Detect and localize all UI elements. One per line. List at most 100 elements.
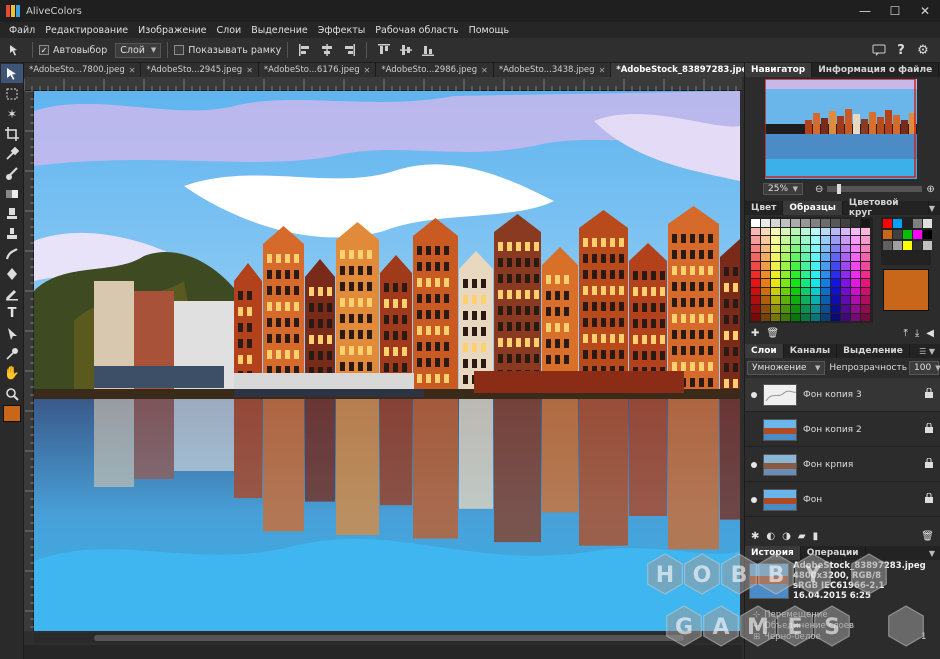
color-swatch[interactable] (801, 305, 810, 313)
brush-tool-icon[interactable] (1, 164, 23, 183)
color-swatch[interactable] (751, 313, 760, 322)
doc-tab-active[interactable]: *AdobeStock_83897283.jpeg (611, 63, 760, 77)
mask-icon[interactable]: ◐ (766, 531, 775, 542)
color-swatch[interactable] (861, 305, 870, 313)
doc-tab[interactable]: *AdobeSto...2986.jpeg ✕ (376, 63, 494, 77)
color-swatch[interactable] (811, 244, 820, 253)
color-swatch[interactable] (831, 313, 840, 322)
color-swatch[interactable] (801, 253, 810, 261)
color-swatch[interactable] (801, 313, 810, 322)
color-swatch[interactable] (811, 279, 820, 287)
current-color-swatch[interactable] (883, 269, 929, 311)
color-swatch[interactable] (771, 313, 780, 322)
color-swatch[interactable] (821, 279, 830, 287)
color-swatch[interactable] (841, 253, 850, 261)
color-swatch[interactable] (801, 279, 810, 287)
pen-tool-icon[interactable] (1, 324, 23, 343)
tab-layers[interactable]: Слои (745, 344, 784, 358)
color-swatch[interactable] (761, 279, 770, 287)
close-icon[interactable]: ✕ (364, 66, 371, 75)
color-swatch[interactable] (791, 244, 800, 253)
zoom-tool-icon[interactable] (1, 384, 23, 403)
menu-workspace[interactable]: Рабочая область (370, 25, 463, 36)
color-swatch[interactable] (831, 279, 840, 287)
color-swatch[interactable] (771, 244, 780, 253)
show-frame-checkbox[interactable] (174, 45, 185, 55)
tab-navigator[interactable]: Навигатор (745, 63, 813, 77)
lock-icon[interactable] (925, 422, 933, 436)
color-swatch[interactable] (831, 270, 840, 279)
color-swatch[interactable] (811, 270, 820, 279)
color-swatch[interactable] (761, 287, 770, 296)
recent-color-swatch[interactable] (923, 230, 932, 239)
recent-color-swatch[interactable] (893, 230, 902, 239)
color-swatch[interactable] (781, 262, 790, 270)
lock-icon[interactable] (925, 457, 933, 471)
color-swatch[interactable] (761, 219, 770, 227)
color-swatch[interactable] (791, 236, 800, 244)
menu-help[interactable]: Помощь (464, 25, 514, 36)
stamp-tool-icon[interactable] (1, 224, 23, 243)
tab-selection[interactable]: Выделение (837, 344, 910, 358)
color-swatch[interactable] (781, 253, 790, 261)
sharpen-tool-icon[interactable] (1, 264, 23, 283)
opacity-input[interactable]: 100 ▼ (909, 361, 940, 375)
color-swatch[interactable] (821, 227, 830, 236)
color-swatch[interactable] (811, 262, 820, 270)
color-swatch[interactable] (811, 227, 820, 236)
smudge-tool-icon[interactable] (1, 244, 23, 263)
color-swatch[interactable] (821, 313, 830, 322)
color-swatch[interactable] (811, 313, 820, 322)
align-left-icon[interactable] (297, 42, 313, 58)
zoom-slider[interactable] (827, 184, 923, 194)
panel-menu-icon[interactable]: ☰ ▼ (919, 347, 940, 356)
color-swatch[interactable] (861, 262, 870, 270)
tab-samples[interactable]: Образцы (783, 201, 843, 215)
color-swatch[interactable] (771, 227, 780, 236)
align-middle-icon[interactable] (398, 42, 414, 58)
color-swatch[interactable] (791, 296, 800, 304)
color-swatch[interactable] (851, 270, 860, 279)
eye-icon[interactable] (745, 496, 763, 503)
color-swatch[interactable] (761, 296, 770, 304)
color-swatch[interactable] (791, 279, 800, 287)
recent-color-swatch[interactable] (893, 219, 902, 228)
color-swatch[interactable] (861, 227, 870, 236)
back-icon[interactable]: ◀ (926, 328, 934, 339)
color-swatch[interactable] (841, 287, 850, 296)
color-swatch[interactable] (771, 253, 780, 261)
recent-color-swatch[interactable] (893, 241, 902, 250)
tab-history[interactable]: История (745, 546, 801, 560)
color-swatch[interactable] (831, 287, 840, 296)
recent-color-swatch[interactable] (903, 230, 912, 239)
close-icon[interactable]: ✕ (246, 66, 253, 75)
color-swatch[interactable] (851, 227, 860, 236)
navigator-preview[interactable] (765, 79, 917, 179)
recent-color-swatch[interactable] (903, 219, 912, 228)
color-swatch[interactable] (761, 236, 770, 244)
color-swatch[interactable] (791, 262, 800, 270)
lock-icon[interactable] (925, 387, 933, 401)
color-swatch[interactable] (851, 296, 860, 304)
maximize-icon[interactable]: ☐ (880, 0, 910, 22)
color-swatch[interactable] (821, 253, 830, 261)
color-swatch[interactable] (751, 279, 760, 287)
color-swatch[interactable] (801, 219, 810, 227)
color-swatch[interactable] (851, 244, 860, 253)
color-swatch[interactable] (791, 287, 800, 296)
color-swatch[interactable] (841, 313, 850, 322)
color-swatch[interactable] (841, 219, 850, 227)
color-swatch[interactable] (851, 279, 860, 287)
color-swatch[interactable] (821, 296, 830, 304)
color-swatch[interactable] (771, 296, 780, 304)
color-swatch[interactable] (781, 227, 790, 236)
color-swatch[interactable] (861, 287, 870, 296)
color-swatch[interactable] (801, 244, 810, 253)
color-swatch[interactable] (771, 262, 780, 270)
recent-color-swatch[interactable] (923, 241, 932, 250)
color-swatch[interactable] (761, 244, 770, 253)
color-swatch[interactable] (781, 305, 790, 313)
doc-tab[interactable]: *AdobeSto...3438.jpeg ✕ (493, 63, 612, 77)
tab-color-wheel[interactable]: Цветовой круг (843, 198, 929, 218)
color-swatch[interactable] (861, 279, 870, 287)
